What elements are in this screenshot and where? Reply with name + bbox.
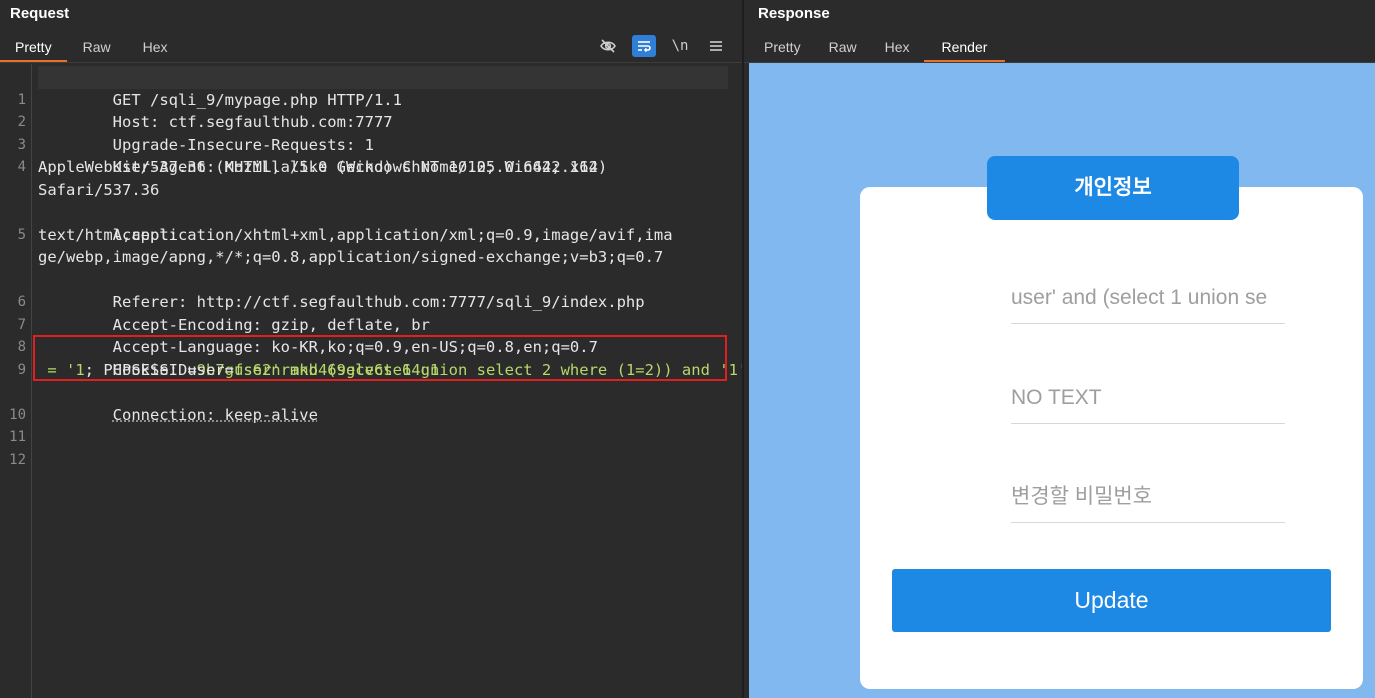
line-number: 4	[17, 159, 26, 175]
cookie-highlight-box	[33, 335, 727, 381]
line-number: 12	[9, 451, 26, 468]
request-tab-divider	[0, 62, 742, 63]
tab-pretty[interactable]: Pretty	[750, 34, 815, 62]
tab-pretty[interactable]: Pretty	[0, 34, 67, 62]
request-line: 10 Connection: keep-alive	[9, 381, 728, 424]
response-title: Response	[758, 5, 830, 22]
rendered-page: 개인정보 user' and (select 1 union se NO TEX…	[749, 63, 1375, 698]
hamburger-menu-icon[interactable]	[704, 35, 728, 57]
request-line: 3 Upgrade-Insecure-Requests: 1	[18, 111, 728, 154]
update-button[interactable]: Update	[892, 569, 1331, 632]
newline-toggle-button[interactable]: \n	[668, 35, 692, 57]
request-lines: 1 GET /sqli_9/mypage.php HTTP/1.1 2 Host: …	[9, 66, 747, 468]
request-title: Request	[10, 5, 70, 22]
request-line: 1 GET /sqli_9/mypage.php HTTP/1.1	[18, 66, 728, 109]
user-id-field[interactable]: user' and (select 1 union se	[1011, 272, 1285, 324]
request-line: 4 User-Agent: Mozilla/5.0 (Windows NT 10.…	[18, 134, 728, 176]
request-line: 7 Accept-Encoding: gzip, deflate, br	[18, 291, 728, 334]
response-pane: Response Pretty Raw Hex Render 개인정보 user…	[744, 0, 1375, 698]
request-toolbar: \n	[596, 34, 728, 58]
tab-hex[interactable]: Hex	[871, 34, 924, 62]
request-pane: Request Pretty Raw Hex \n 1 GET /sqli_9/…	[0, 0, 747, 698]
line-number: 5	[17, 226, 26, 243]
line-text: ge/webp,image/apng,*/*;q=0.8,application…	[38, 248, 664, 266]
request-line: 8 Accept-Language: ko-KR,ko;q=0.9,en-US;q…	[18, 314, 728, 356]
request-line: 12	[9, 426, 728, 468]
eye-off-icon[interactable]	[596, 35, 620, 57]
request-line: 11	[9, 404, 728, 445]
request-line-wrap: Safari/537.36	[38, 179, 728, 202]
info-field[interactable]: NO TEXT	[1011, 372, 1285, 424]
request-line: 5 Accept:	[18, 201, 728, 244]
tab-hex[interactable]: Hex	[127, 34, 184, 62]
word-wrap-icon[interactable]	[632, 35, 656, 57]
line-number: 10	[9, 406, 26, 423]
request-line: 6 Referer: http://ctf.segfaulthub.com:777…	[18, 269, 728, 311]
line-text: Accept:	[112, 225, 178, 244]
request-editor[interactable]: 1 GET /sqli_9/mypage.php HTTP/1.1 2 Host: …	[0, 64, 747, 698]
profile-form: user' and (select 1 union se NO TEXT 변경할…	[860, 187, 1363, 689]
request-line-wrap: ge/webp,image/apng,*/*;q=0.8,application…	[38, 246, 728, 269]
request-line: 2 Host: ctf.segfaulthub.com:7777	[18, 89, 728, 131]
line-number: 9	[17, 361, 26, 378]
line-number: 8	[17, 339, 26, 355]
line-number: 3	[17, 136, 26, 153]
line-number: 2	[17, 114, 26, 130]
request-tabs: Pretty Raw Hex	[0, 34, 184, 62]
tab-render[interactable]: Render	[923, 34, 1006, 62]
line-number: 11	[9, 429, 26, 445]
line-number: 7	[17, 316, 26, 333]
tab-raw[interactable]: Raw	[67, 34, 127, 62]
tab-raw[interactable]: Raw	[815, 34, 871, 62]
line-number: 1	[17, 91, 26, 108]
new-password-field[interactable]: 변경할 비밀번호	[1011, 471, 1285, 523]
line-text: User-Agent: Mozilla/5.0 (Windows NT 10.0…	[112, 158, 608, 176]
line-number: 6	[17, 294, 26, 310]
response-tabs: Pretty Raw Hex Render	[750, 34, 1006, 62]
